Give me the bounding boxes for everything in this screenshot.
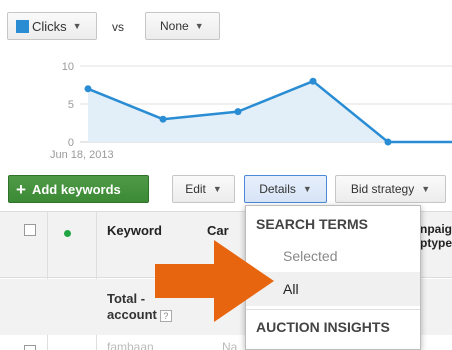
select-all-checkbox[interactable] bbox=[24, 224, 36, 236]
data-point[interactable] bbox=[309, 77, 317, 85]
add-keywords-label: Add keywords bbox=[31, 181, 121, 197]
campaign-column-header[interactable]: Car bbox=[207, 223, 229, 238]
data-point[interactable] bbox=[384, 138, 392, 146]
search-terms-header: SEARCH TERMS bbox=[256, 216, 369, 232]
keyword-column-header[interactable]: Keyword bbox=[107, 223, 162, 238]
bid-strategy-button[interactable]: Bid strategy ▼ bbox=[335, 175, 446, 203]
edit-button[interactable]: Edit ▼ bbox=[172, 175, 235, 203]
performance-chart: 10 5 0 Jun 18, 2013 bbox=[50, 61, 452, 161]
row-checkbox[interactable] bbox=[24, 345, 36, 350]
chevron-down-icon: ▼ bbox=[302, 184, 312, 194]
data-point[interactable] bbox=[234, 108, 242, 116]
chevron-down-icon: ▼ bbox=[72, 21, 82, 31]
x-tick-date: Jun 18, 2013 bbox=[50, 149, 114, 161]
faded-campaign-cell: Na bbox=[222, 340, 238, 350]
data-point[interactable] bbox=[159, 115, 167, 123]
campaign-type-header-line2[interactable]: ptype bbox=[420, 236, 452, 250]
secondary-metric-select[interactable]: None ▼ bbox=[145, 12, 220, 40]
menu-item-all-label: All bbox=[283, 281, 299, 297]
plus-icon: + bbox=[16, 179, 26, 199]
y-tick-10: 10 bbox=[62, 61, 74, 73]
campaign-type-header-line1[interactable]: npaig bbox=[420, 222, 452, 236]
y-tick-0: 0 bbox=[68, 137, 74, 149]
total-label-line1: Total - bbox=[107, 291, 146, 306]
menu-item-selected-label: Selected bbox=[283, 248, 338, 264]
edit-label: Edit bbox=[185, 182, 206, 196]
faded-keyword-cell: fambaan bbox=[107, 340, 154, 350]
chevron-down-icon: ▼ bbox=[194, 21, 204, 31]
metric-color-swatch bbox=[16, 19, 29, 33]
status-dot-icon bbox=[64, 230, 71, 237]
bid-strategy-label: Bid strategy bbox=[350, 182, 415, 196]
secondary-metric-label: None bbox=[160, 19, 189, 33]
details-label: Details bbox=[259, 182, 296, 196]
add-keywords-button[interactable]: + Add keywords bbox=[8, 175, 149, 203]
primary-metric-label: Clicks bbox=[32, 18, 67, 34]
vs-label: vs bbox=[112, 20, 124, 34]
y-tick-5: 5 bbox=[68, 99, 74, 111]
pointer-arrow-icon bbox=[155, 240, 274, 322]
chevron-down-icon: ▼ bbox=[212, 184, 222, 194]
chevron-down-icon: ▼ bbox=[421, 184, 431, 194]
data-point[interactable] bbox=[84, 85, 92, 93]
details-button[interactable]: Details ▼ bbox=[244, 175, 327, 203]
primary-metric-select[interactable]: Clicks ▼ bbox=[7, 12, 97, 40]
